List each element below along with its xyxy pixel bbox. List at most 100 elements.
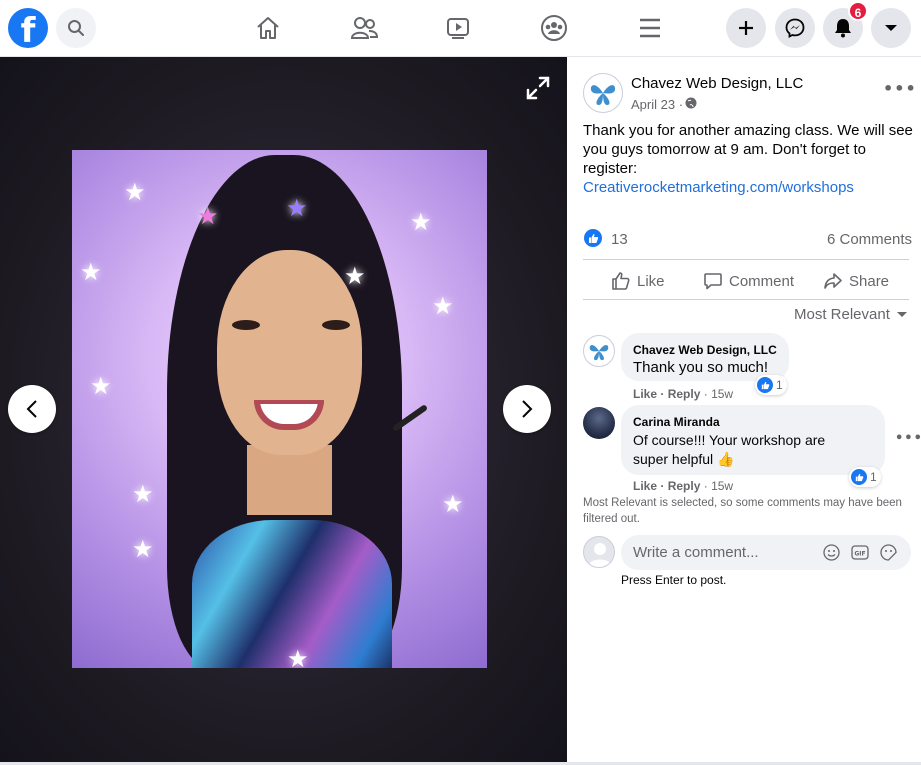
filter-note-line-2: filtered out. [583,513,640,525]
create-icon [739,21,753,35]
caret-down-icon [896,311,907,317]
post-text-line-1: Thank you for another amazing class. We … [583,122,913,139]
like-button-label: Like [637,272,665,290]
emoji-icon[interactable] [823,544,840,561]
home-icon [257,17,279,39]
comment-author[interactable]: Carina Miranda [633,415,720,429]
previous-photo-button[interactable] [8,385,56,433]
nav-menu[interactable] [630,10,670,46]
watch-icon [447,18,469,39]
gif-icon[interactable]: GIF [851,544,869,561]
messenger-icon [785,18,805,38]
thumbs-up-icon [588,233,598,243]
star-icon: ★ [442,490,464,518]
like-reaction-icon [851,469,867,485]
fullscreen-button[interactable] [524,74,552,102]
notifications-icon [835,19,851,38]
like-reaction-icon [757,377,773,393]
comment-input[interactable]: Write a comment... GIF [621,535,911,570]
comment-like-label[interactable]: Like [633,479,657,493]
star-icon: ★ [286,194,308,222]
commenter-avatar[interactable] [583,407,615,439]
divider [583,259,909,260]
account-menu-button[interactable] [871,8,911,48]
comment-options-button[interactable]: ••• [895,431,921,446]
create-button[interactable] [726,8,766,48]
page-avatar[interactable] [583,73,623,113]
post-details-panel: Chavez Web Design, LLC April 23 · ••• Th… [567,57,921,762]
chevron-left-icon [26,400,37,418]
star-icon: ★ [197,202,219,230]
nav-watch[interactable] [438,10,478,46]
filter-note-line-1: Most Relevant is selected, so some comme… [583,497,902,509]
comment-reactions[interactable]: 1 [755,375,787,395]
groups-icon [541,15,567,41]
comment-reply-label[interactable]: Reply [668,387,701,401]
facebook-logo[interactable]: f [8,8,48,48]
post-link[interactable]: Creativerocketmarketing.com/workshops [583,178,854,197]
comment-time[interactable]: · 15w [704,387,733,401]
star-icon: ★ [132,480,154,508]
thumbs-up-icon [761,381,769,389]
comment-button[interactable]: Comment [703,269,794,293]
comment-reply-label[interactable]: Reply [668,479,701,493]
post-text-line-3: register: [583,160,638,177]
photo-left-eye [232,320,260,330]
photo-neck [247,445,332,515]
notification-count-badge: 6 [848,1,868,21]
reaction-count: 1 [776,378,783,392]
share-button-label: Share [849,272,890,290]
star-icon: ★ [80,258,102,286]
star-icon: ★ [287,645,309,668]
search-icon [68,20,84,36]
like-reaction-icon [584,229,602,247]
post-options-button[interactable]: ••• [883,79,917,98]
next-photo-button[interactable] [503,385,551,433]
like-button[interactable]: Like [611,269,665,293]
photo-right-eye [322,320,350,330]
nav-home[interactable] [248,10,288,46]
expand-icon [526,76,550,100]
photo-viewer: ★ ★ ★ ★ ★ ★ ★ ★ ★ ★ ★ ★ [0,57,567,762]
composer-hint: Press Enter to post. [621,573,727,587]
page-name[interactable]: Chavez Web Design, LLC [631,75,803,92]
comment-reactions[interactable]: 1 [849,467,881,487]
comment-sort-dropdown[interactable]: Most Relevant [794,306,908,323]
star-icon: ★ [90,372,112,400]
star-icon: ★ [132,535,154,563]
star-icon: ★ [410,208,432,236]
comment-author[interactable]: Chavez Web Design, LLC [633,343,777,357]
comment-text-line-1: Of course!!! Your workshop are [633,432,826,448]
comment-bubble-icon [704,273,722,290]
butterfly-logo-icon [590,85,616,105]
like-count[interactable]: 13 [611,231,628,248]
divider [583,299,909,300]
default-avatar-icon [588,543,612,567]
friends-icon [350,17,378,39]
globe-icon [685,97,697,109]
comment-count[interactable]: 6 Comments [827,231,912,248]
comment-avatar[interactable] [583,335,615,367]
chevron-right-icon [522,400,533,418]
comment-time[interactable]: · 15w [704,479,733,493]
current-user-avatar[interactable] [583,536,615,568]
account-dropdown-icon [885,25,897,31]
sort-label: Most Relevant [794,306,890,323]
butterfly-logo-icon [589,344,609,361]
nav-friends[interactable] [344,10,384,46]
share-arrow-icon [824,273,842,289]
comment-text: Thank you so much! [633,359,769,376]
share-button[interactable]: Share [823,269,889,293]
comment-input-placeholder: Write a comment... [633,544,759,561]
messenger-button[interactable] [775,8,815,48]
sticker-icon[interactable] [880,544,897,561]
comment-text-line-2: super helpful 👍 [633,451,735,467]
star-icon: ★ [124,178,146,206]
search-button[interactable] [56,8,96,48]
comment-actions: Like · Reply · 15w [633,479,734,493]
comment-like-link[interactable]: Like · Reply · 15w [633,387,733,401]
nav-groups[interactable] [534,10,574,46]
comment-like-label[interactable]: Like [633,387,657,401]
post-date[interactable]: April 23 · [631,97,683,112]
thumbs-up-outline-icon [612,272,630,290]
